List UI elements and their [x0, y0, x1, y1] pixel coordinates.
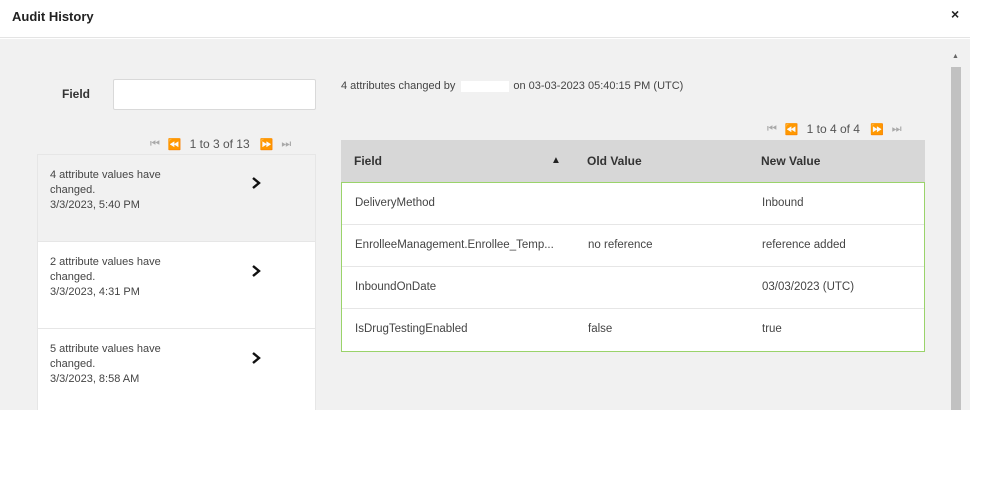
column-header-new-value[interactable]: New Value — [761, 154, 820, 168]
vertical-scrollbar[interactable]: ▲ — [950, 53, 962, 410]
grid-header-row: Field ▲ Old Value New Value — [341, 140, 925, 182]
change-count-text: 4 attribute values have — [50, 169, 161, 181]
change-summary: 5 attribute values have changed. 3/3/202… — [50, 342, 210, 387]
field-filter-label: Field — [62, 87, 91, 101]
table-row[interactable]: DeliveryMethod Inbound — [342, 183, 924, 225]
cell-new-value: true — [762, 323, 782, 335]
cell-new-value: reference added — [762, 239, 846, 251]
table-row[interactable]: IsDrugTestingEnabled false true — [342, 309, 924, 351]
next-page-icon[interactable]: ⏩ — [260, 138, 274, 151]
change-count-text-cont: changed. — [50, 184, 96, 196]
column-header-field[interactable]: Field — [354, 154, 382, 168]
last-page-icon[interactable]: ⏭ — [892, 123, 902, 136]
pager-status: 1 to 4 of 4 — [806, 122, 860, 136]
scroll-up-icon[interactable]: ▲ — [952, 53, 959, 60]
changes-pager: ⏮ ⏪ 1 to 3 of 13 ⏩ ⏭ — [150, 137, 291, 151]
cell-old-value: false — [588, 323, 613, 335]
dialog-header: Audit History — [0, 0, 970, 38]
first-page-icon[interactable]: ⏮ — [767, 123, 777, 136]
cell-field: IsDrugTestingEnabled — [355, 323, 468, 335]
previous-page-icon[interactable]: ⏪ — [785, 123, 799, 136]
close-icon[interactable]: × — [951, 6, 959, 22]
dialog-body: Field ⏮ ⏪ 1 to 3 of 13 ⏩ ⏭ 4 attribute v… — [0, 39, 970, 410]
scrollbar-thumb[interactable] — [951, 67, 961, 410]
last-page-icon[interactable]: ⏭ — [281, 138, 291, 151]
audit-history-dialog: Audit History × Field ⏮ ⏪ 1 to 3 of 13 ⏩… — [0, 0, 1000, 410]
grid-body: DeliveryMethod Inbound EnrolleeManagemen… — [341, 182, 925, 352]
first-page-icon[interactable]: ⏮ — [150, 138, 160, 151]
chevron-right-icon — [251, 265, 261, 280]
change-list-item[interactable]: 4 attribute values have changed. 3/3/202… — [38, 155, 315, 242]
attributes-pager: ⏮ ⏪ 1 to 4 of 4 ⏩ ⏭ — [767, 122, 902, 136]
table-row[interactable]: InboundOnDate 03/03/2023 (UTC) — [342, 267, 924, 309]
redacted-user-name — [461, 80, 510, 92]
sort-ascending-icon[interactable]: ▲ — [551, 155, 561, 166]
change-count-text: 5 attribute values have — [50, 343, 161, 355]
cell-old-value: no reference — [588, 239, 653, 251]
dialog-title: Audit History — [12, 9, 94, 24]
column-header-old-value[interactable]: Old Value — [587, 154, 642, 168]
change-count-text: 2 attribute values have — [50, 256, 161, 268]
cell-field: InboundOnDate — [355, 281, 437, 293]
change-list-item[interactable]: 2 attribute values have changed. 3/3/202… — [38, 242, 315, 329]
previous-page-icon[interactable]: ⏪ — [168, 138, 182, 151]
cell-field: DeliveryMethod — [355, 197, 435, 209]
cell-new-value: 03/03/2023 (UTC) — [762, 281, 855, 293]
pager-status: 1 to 3 of 13 — [189, 137, 250, 151]
change-summary-line: 4 attributes changed by on 03-03-2023 05… — [341, 80, 683, 92]
summary-prefix: 4 attributes changed by — [341, 80, 456, 92]
field-filter-input[interactable] — [113, 79, 316, 110]
change-summary: 2 attribute values have changed. 3/3/202… — [50, 255, 210, 300]
change-timestamp: 3/3/2023, 4:31 PM — [50, 286, 140, 298]
table-row[interactable]: EnrolleeManagement.Enrollee_Temp... no r… — [342, 225, 924, 267]
change-list: 4 attribute values have changed. 3/3/202… — [37, 154, 316, 410]
next-page-icon[interactable]: ⏩ — [870, 123, 884, 136]
change-list-item[interactable]: 5 attribute values have changed. 3/3/202… — [38, 329, 315, 410]
change-count-text-cont: changed. — [50, 271, 96, 283]
chevron-right-icon — [251, 352, 261, 367]
change-summary: 4 attribute values have changed. 3/3/202… — [50, 168, 210, 213]
attribute-changes-grid: Field ▲ Old Value New Value DeliveryMeth… — [341, 140, 925, 352]
change-timestamp: 3/3/2023, 5:40 PM — [50, 199, 140, 211]
change-count-text-cont: changed. — [50, 358, 96, 370]
cell-new-value: Inbound — [762, 197, 804, 209]
summary-suffix: on 03-03-2023 05:40:15 PM (UTC) — [513, 80, 684, 92]
chevron-right-icon — [251, 177, 261, 192]
cell-field: EnrolleeManagement.Enrollee_Temp... — [355, 239, 554, 251]
change-timestamp: 3/3/2023, 8:58 AM — [50, 373, 140, 385]
